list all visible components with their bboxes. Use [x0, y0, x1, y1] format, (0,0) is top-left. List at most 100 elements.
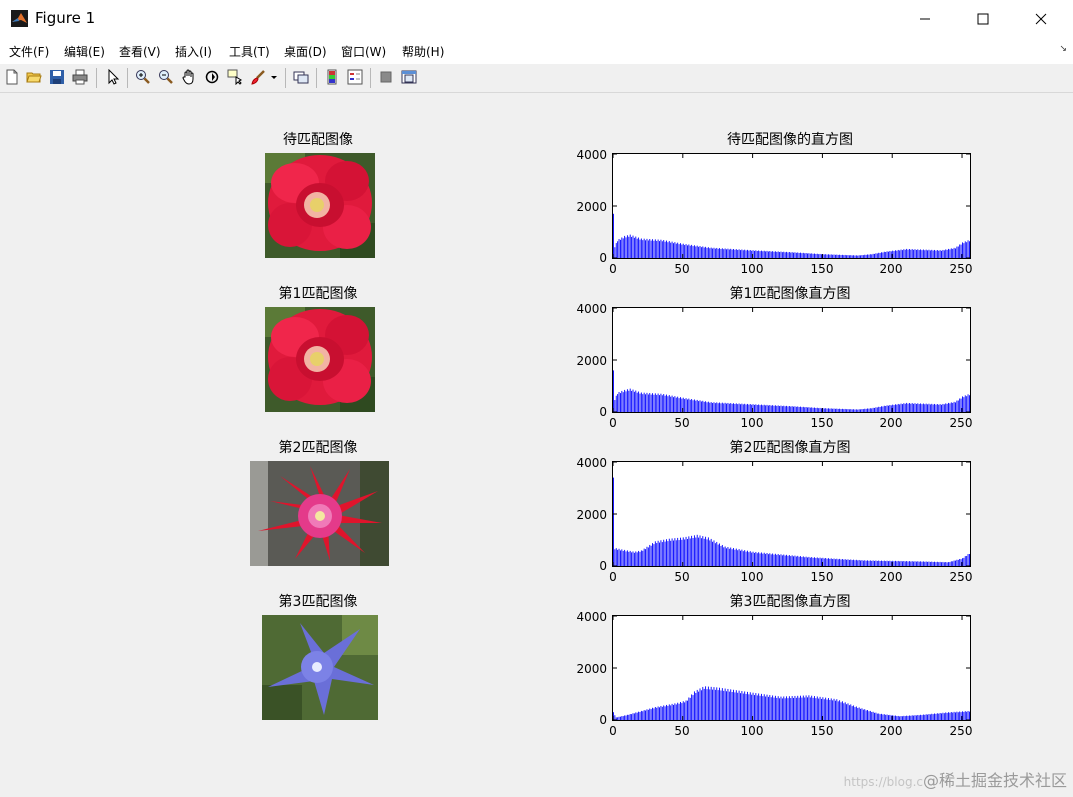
- histogram-bar: [724, 688, 726, 720]
- histogram-bar: [645, 394, 647, 412]
- histogram-bar: [703, 688, 705, 720]
- histogram-bar: [855, 409, 857, 412]
- histogram-bar: [635, 390, 637, 412]
- histogram-bar: [670, 396, 672, 412]
- histogram-bar: [709, 402, 711, 412]
- histogram-bar: [805, 407, 807, 412]
- histogram-bar: [677, 396, 679, 412]
- histogram-bar: [688, 398, 690, 412]
- zoom-out-icon[interactable]: [157, 68, 175, 86]
- histogram-bar: [834, 408, 836, 412]
- menu-view[interactable]: 查看(V): [119, 43, 161, 60]
- histogram-bar: [833, 408, 835, 412]
- histogram-bar: [889, 714, 891, 720]
- save-icon[interactable]: [48, 68, 66, 86]
- histogram-bar: [911, 715, 913, 720]
- print-icon[interactable]: [71, 68, 89, 86]
- histogram-bar: [656, 707, 658, 720]
- menu-edit[interactable]: 编辑(E): [64, 43, 105, 60]
- link-plot-icon[interactable]: [292, 68, 310, 86]
- menu-help[interactable]: 帮助(H): [402, 43, 444, 60]
- histogram-axes-1: [612, 153, 971, 259]
- histogram-bar: [629, 234, 631, 258]
- histogram-bar: [664, 541, 666, 566]
- brush-icon[interactable]: [249, 68, 267, 86]
- histogram-bar: [734, 692, 736, 720]
- x-tick-label: 0: [609, 570, 617, 584]
- hide-plot-tools-icon[interactable]: [377, 68, 395, 86]
- histogram-bar: [755, 693, 757, 720]
- histogram-bar: [692, 400, 694, 412]
- histogram-bar: [943, 713, 945, 720]
- histogram-bar: [744, 249, 746, 258]
- menu-file[interactable]: 文件(F): [9, 43, 49, 60]
- histogram-bar: [828, 408, 829, 412]
- histogram-bar: [656, 394, 658, 412]
- histogram-plot-1: [613, 154, 970, 258]
- minimize-button[interactable]: [902, 0, 948, 38]
- menu-insert[interactable]: 插入(I): [175, 43, 212, 60]
- data-cursor-icon[interactable]: [226, 68, 244, 86]
- close-button[interactable]: [1018, 0, 1064, 38]
- x-tick-label: 0: [609, 724, 617, 738]
- histogram-bar: [727, 402, 729, 412]
- figure-toolbar: [0, 64, 1073, 93]
- menu-dock-arrow-icon[interactable]: ↘: [1059, 44, 1067, 54]
- histogram-bar: [808, 695, 810, 720]
- select-arrow-icon[interactable]: [104, 68, 122, 86]
- histogram-bar: [618, 239, 620, 258]
- histogram-bar: [899, 716, 901, 720]
- histogram-bar: [906, 248, 908, 258]
- histogram-bar: [936, 404, 938, 412]
- histogram-bar: [749, 250, 751, 258]
- histogram-bar: [921, 250, 923, 258]
- histogram-bar: [625, 391, 627, 412]
- histogram-bar: [829, 699, 831, 720]
- menu-window[interactable]: 窗口(W): [341, 43, 386, 60]
- histogram-bar: [823, 699, 825, 720]
- histogram-bar: [840, 559, 842, 566]
- menu-desktop[interactable]: 桌面(D): [284, 43, 327, 60]
- histogram-bar: [934, 249, 935, 258]
- maximize-button[interactable]: [960, 0, 1006, 38]
- histogram-bar: [964, 395, 966, 412]
- histogram-bar: [767, 554, 769, 566]
- histogram-bar: [798, 406, 800, 412]
- histogram-bar: [847, 409, 849, 412]
- histogram-bar: [854, 255, 856, 258]
- histogram-bar: [910, 715, 912, 720]
- new-figure-icon[interactable]: [3, 68, 21, 86]
- brush-dropdown-icon[interactable]: [269, 68, 279, 86]
- y-tick-label: 2000: [576, 508, 607, 522]
- histogram-bar: [871, 408, 873, 412]
- histogram-bar: [716, 402, 718, 412]
- histogram-bar: [721, 248, 723, 258]
- pan-hand-icon[interactable]: [180, 68, 198, 86]
- histogram-bar: [953, 401, 955, 412]
- histogram-bar: [622, 238, 624, 258]
- histogram-bar: [677, 242, 679, 258]
- histogram-bar: [836, 699, 838, 720]
- histogram-bar: [765, 405, 767, 412]
- histogram-bar: [741, 249, 743, 258]
- histogram-bar: [744, 550, 746, 566]
- histogram-bar: [666, 394, 667, 412]
- histogram-bar: [751, 250, 753, 258]
- histogram-bar: [638, 711, 640, 720]
- histogram-bar: [935, 404, 937, 412]
- menu-bar: 文件(F) 编辑(E) 查看(V) 插入(I) 工具(T) 桌面(D) 窗口(W…: [0, 38, 1073, 64]
- histogram-bar: [667, 396, 669, 412]
- histogram-bar: [861, 255, 863, 258]
- legend-icon[interactable]: [346, 68, 364, 86]
- histogram-bar: [666, 704, 667, 720]
- colorbar-icon[interactable]: [323, 68, 341, 86]
- zoom-in-icon[interactable]: [134, 68, 152, 86]
- rotate-3d-icon[interactable]: [203, 68, 221, 86]
- histogram-bar: [802, 556, 804, 566]
- histogram-bar: [804, 253, 806, 258]
- histogram-bar: [967, 394, 969, 412]
- open-file-icon[interactable]: [25, 68, 43, 86]
- menu-tools[interactable]: 工具(T): [229, 43, 270, 60]
- show-plot-tools-icon[interactable]: [400, 68, 418, 86]
- histogram-bar: [700, 690, 702, 720]
